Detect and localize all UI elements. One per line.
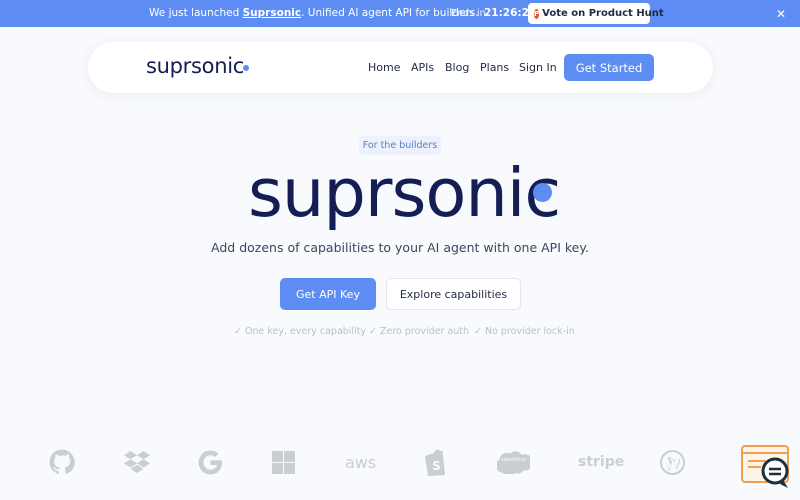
feature-zero-auth: ✓ Zero provider auth <box>369 326 470 337</box>
logo-dot <box>243 65 249 71</box>
stripe-icon: stripe <box>578 447 624 477</box>
banner-brand-link[interactable]: Suprsonic <box>243 7 302 19</box>
nav-link-plans[interactable]: Plans <box>480 61 509 74</box>
vote-product-hunt-button[interactable]: P Vote on Product Hunt <box>528 3 664 24</box>
get-started-button[interactable]: Get Started <box>564 54 654 81</box>
chat-widget[interactable] <box>741 444 791 490</box>
nav-link-home[interactable]: Home <box>368 61 400 74</box>
wordpress-icon <box>660 447 685 477</box>
github-icon <box>49 447 75 477</box>
explore-capabilities-button[interactable]: Explore capabilities <box>386 278 521 310</box>
salesforce-icon: salesforce <box>497 447 530 477</box>
close-icon[interactable]: ✕ <box>776 7 786 21</box>
nav-link-blog[interactable]: Blog <box>445 61 469 74</box>
dropbox-icon <box>124 447 150 477</box>
navbar: suprsonic Home APIs Blog Plans Sign In G… <box>88 42 713 93</box>
vote-product-hunt-label: Vote on Product Hunt <box>542 8 664 19</box>
google-icon <box>198 447 223 477</box>
announcement-banner: We just launched Suprsonic. Unified AI a… <box>0 0 800 27</box>
feature-one-key: ✓ One key, every capability <box>234 326 367 337</box>
banner-prefix: We just launched <box>149 7 240 19</box>
shopify-icon: S <box>425 447 448 477</box>
stripe-logo-text: stripe <box>578 454 625 470</box>
hero-title-dot <box>533 183 552 202</box>
get-api-key-button[interactable]: Get API Key <box>280 278 376 310</box>
hero-title: suprsonic <box>248 154 561 232</box>
microsoft-icon <box>272 447 295 477</box>
product-hunt-icon: P <box>534 8 540 19</box>
nav-link-sign-in[interactable]: Sign In <box>519 61 557 74</box>
nav-link-apis[interactable]: APIs <box>411 61 434 74</box>
banner-ends-label: Ends in <box>451 8 486 19</box>
hero-subtitle: Add dozens of capabilities to your AI ag… <box>211 240 589 255</box>
feature-no-lock-in: ✓ No provider lock-in <box>474 326 575 337</box>
svg-text:S: S <box>432 459 441 473</box>
aws-icon: aws <box>345 447 376 477</box>
chat-icon <box>741 445 789 488</box>
salesforce-logo-text: salesforce <box>501 457 527 463</box>
logo[interactable]: suprsonic <box>146 54 244 78</box>
banner-message: We just launched Suprsonic. Unified AI a… <box>149 7 479 19</box>
aws-logo-text: aws <box>345 452 377 472</box>
